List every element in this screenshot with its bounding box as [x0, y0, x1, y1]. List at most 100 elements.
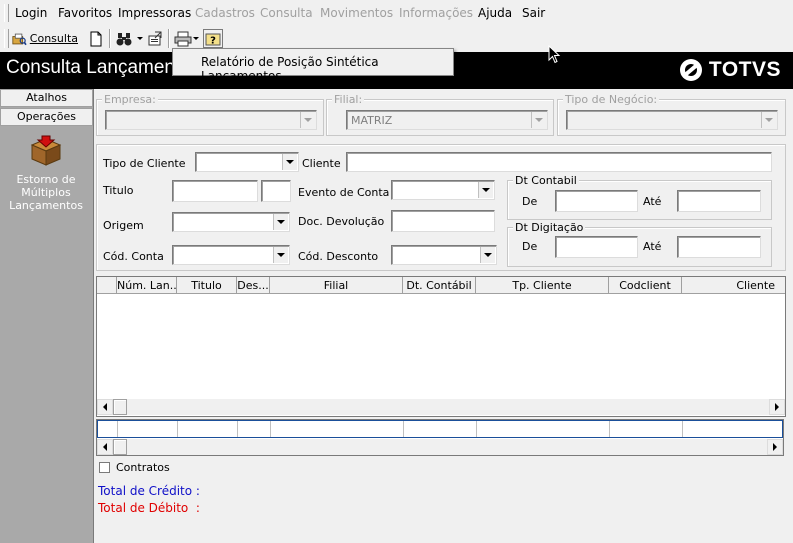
chevron-down-icon [482, 188, 490, 192]
estorno-label[interactable]: Estorno de Múltiplos Lançamentos [2, 173, 90, 212]
cod-desconto-combo[interactable] [391, 245, 497, 265]
lancamentos-grid[interactable]: Núm. Lan... Titulo Des... Filial Dt. Con… [96, 276, 786, 417]
new-button[interactable] [87, 29, 105, 48]
col-titulo[interactable]: Titulo [177, 277, 237, 294]
titulo-parcela-input[interactable] [261, 180, 291, 202]
tab-atalhos[interactable]: Atalhos [0, 89, 93, 107]
tipo-cliente-label: Tipo de Cliente [103, 157, 186, 170]
menu-informacoes[interactable]: Informações [399, 6, 473, 20]
menu-favoritos[interactable]: Favoritos [58, 6, 112, 20]
mouse-cursor-icon [548, 45, 561, 64]
cliente-input[interactable] [346, 152, 772, 172]
cod-desconto-combo-button[interactable] [480, 247, 495, 263]
col-filial[interactable]: Filial [270, 277, 403, 294]
menu-cadastros[interactable]: Cadastros [195, 6, 255, 20]
scroll-right-button[interactable] [767, 439, 783, 455]
scroll-right-button[interactable] [769, 399, 785, 415]
col-tp-cliente[interactable]: Tp. Cliente [476, 277, 609, 294]
dt-contabil-ate-label: Até [643, 195, 662, 208]
col-dt-contabil[interactable]: Dt. Contábil [403, 277, 476, 294]
consulta-button-label: Consulta [29, 32, 78, 45]
dt-contabil-label: Dt Contabil [513, 174, 579, 187]
export-icon [148, 31, 162, 45]
chevron-down-icon [484, 253, 492, 257]
contratos-checkbox[interactable] [99, 462, 110, 473]
scroll-left-button[interactable] [97, 399, 113, 415]
total-debito-label: Total de Débito : [98, 501, 200, 515]
col-codclient[interactable]: Codclient [609, 277, 682, 294]
cod-conta-combo-button[interactable] [273, 247, 288, 263]
contratos-label: Contratos [116, 461, 170, 474]
left-panel: Atalhos Operações Estorno de Múltiplos L… [0, 89, 94, 543]
evento-conta-combo[interactable] [391, 180, 495, 200]
arrow-right-icon [773, 443, 777, 451]
cod-conta-combo[interactable] [172, 245, 290, 265]
dt-contabil-de-label: De [522, 195, 538, 208]
dt-digitacao-ate-input[interactable] [677, 236, 761, 258]
chevron-down-icon [277, 220, 285, 224]
origem-label: Origem [103, 219, 144, 232]
search-button[interactable] [114, 29, 144, 48]
origem-combo[interactable] [172, 212, 290, 232]
origem-combo-button[interactable] [273, 214, 288, 230]
toolbar-separator [109, 29, 111, 48]
chevron-down-icon [535, 118, 543, 122]
contratos-checkbox-row[interactable]: Contratos [99, 461, 170, 474]
dt-digitacao-de-input[interactable] [555, 236, 638, 258]
chevron-down-icon [765, 118, 773, 122]
scroll-thumb[interactable] [113, 439, 127, 455]
arrow-right-icon [775, 403, 779, 411]
menu-item-relatorio[interactable]: Relatório de Posição Sintética Lançament… [201, 55, 453, 83]
evento-conta-combo-button[interactable] [478, 182, 493, 198]
cod-desconto-label: Cód. Desconto [298, 250, 379, 263]
grid-horizontal-scrollbar[interactable] [97, 399, 785, 415]
empresa-combo-button[interactable] [300, 112, 315, 128]
cliente-label: Cliente [302, 157, 341, 170]
scroll-thumb[interactable] [113, 399, 127, 415]
totals-row[interactable] [97, 420, 783, 438]
tab-operacoes[interactable]: Operações [0, 108, 93, 126]
menu-login[interactable]: Login [15, 6, 47, 20]
tipo-cliente-combo[interactable] [195, 152, 299, 172]
help-button[interactable]: ? [203, 29, 223, 48]
total-credito-label: Total de Crédito : [98, 484, 200, 498]
empresa-combo[interactable] [105, 110, 317, 130]
menu-consulta[interactable]: Consulta [260, 6, 313, 20]
chevron-down-icon [277, 253, 285, 257]
col-des[interactable]: Des... [237, 277, 270, 294]
menu-sair[interactable]: Sair [522, 6, 545, 20]
consulta-icon [12, 33, 27, 45]
grid-row-indicator-header [97, 277, 117, 294]
tipo-cliente-combo-button[interactable] [282, 154, 297, 170]
consulta-button[interactable]: Consulta [12, 29, 78, 48]
menu-impressoras[interactable]: Impressoras [118, 6, 191, 20]
filial-combo-button[interactable] [531, 112, 546, 128]
menu-ajuda[interactable]: Ajuda [478, 6, 512, 20]
estorno-shortcut[interactable] [28, 135, 64, 170]
scroll-left-button[interactable] [97, 439, 113, 455]
export-button[interactable] [146, 29, 164, 48]
col-num-lan[interactable]: Núm. Lan... [117, 277, 177, 294]
doc-devolucao-input[interactable] [391, 210, 495, 232]
totvs-logo: TOTVS [679, 58, 781, 82]
tipo-negocio-combo-button[interactable] [761, 112, 776, 128]
evento-conta-label: Evento de Conta [298, 186, 390, 199]
filial-combo[interactable]: MATRIZ [346, 110, 548, 130]
totals-grid[interactable] [96, 419, 784, 456]
tipo-negocio-combo[interactable] [566, 110, 778, 130]
print-button[interactable] [172, 29, 200, 48]
menu-movimentos[interactable]: Movimentos [320, 6, 393, 20]
new-document-icon [90, 31, 102, 46]
dt-digitacao-label: Dt Digitação [513, 221, 586, 234]
totals-horizontal-scrollbar[interactable] [97, 439, 783, 455]
dt-digitacao-ate-label: Até [643, 240, 662, 253]
dt-contabil-ate-input[interactable] [677, 190, 761, 212]
toolbar-grip [4, 29, 9, 48]
tipo-negocio-label: Tipo de Negócio: [563, 93, 660, 106]
empresa-label: Empresa: [102, 93, 158, 106]
titulo-input[interactable] [172, 180, 258, 202]
menu-grip [4, 4, 9, 22]
col-cliente[interactable]: Cliente [682, 277, 785, 294]
dt-contabil-de-input[interactable] [555, 190, 638, 212]
doc-devolucao-label: Doc. Devolução [298, 215, 385, 228]
